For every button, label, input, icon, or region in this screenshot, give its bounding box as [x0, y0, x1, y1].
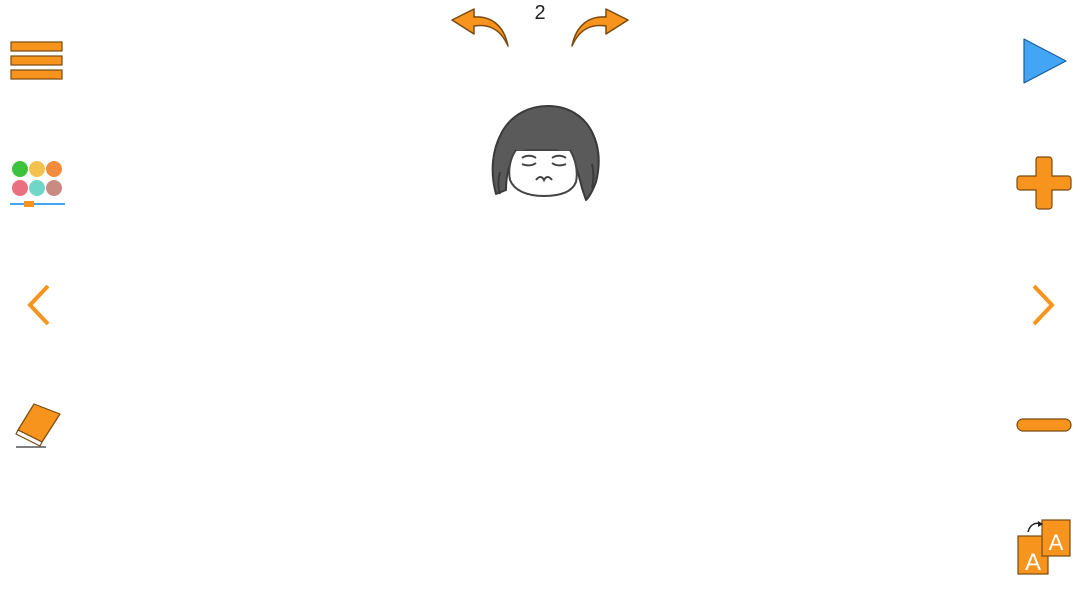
undo-arrow-icon	[451, 8, 509, 47]
redo-button[interactable]	[568, 6, 632, 50]
hamburger-menu-icon	[10, 41, 63, 80]
zoom-out-button[interactable]	[1015, 416, 1073, 434]
canvas-drawing	[486, 102, 606, 206]
face-drawing	[491, 105, 600, 201]
chevron-right-icon	[1032, 284, 1055, 326]
play-button[interactable]	[1020, 36, 1070, 86]
text-size-large-glyph: A	[1049, 530, 1064, 555]
color-palette-button[interactable]	[8, 158, 68, 210]
eraser-button[interactable]	[12, 400, 66, 452]
page-number: 2	[534, 2, 546, 24]
text-size-icon: A A	[1017, 519, 1071, 576]
play-icon	[1023, 38, 1067, 84]
zoom-in-button[interactable]	[1015, 154, 1073, 212]
next-page-button[interactable]	[1026, 282, 1060, 328]
text-size-button[interactable]: A A	[1016, 518, 1074, 578]
redo-arrow-icon	[571, 8, 629, 47]
plus-icon	[1016, 156, 1072, 210]
text-size-small-glyph: A	[1025, 549, 1041, 576]
previous-page-button[interactable]	[22, 282, 56, 328]
menu-button[interactable]	[10, 40, 64, 82]
chevron-left-icon	[27, 284, 50, 326]
minus-icon	[1016, 418, 1072, 432]
color-palette-icon	[10, 161, 65, 207]
eraser-icon	[15, 403, 61, 448]
undo-button[interactable]	[448, 6, 512, 50]
